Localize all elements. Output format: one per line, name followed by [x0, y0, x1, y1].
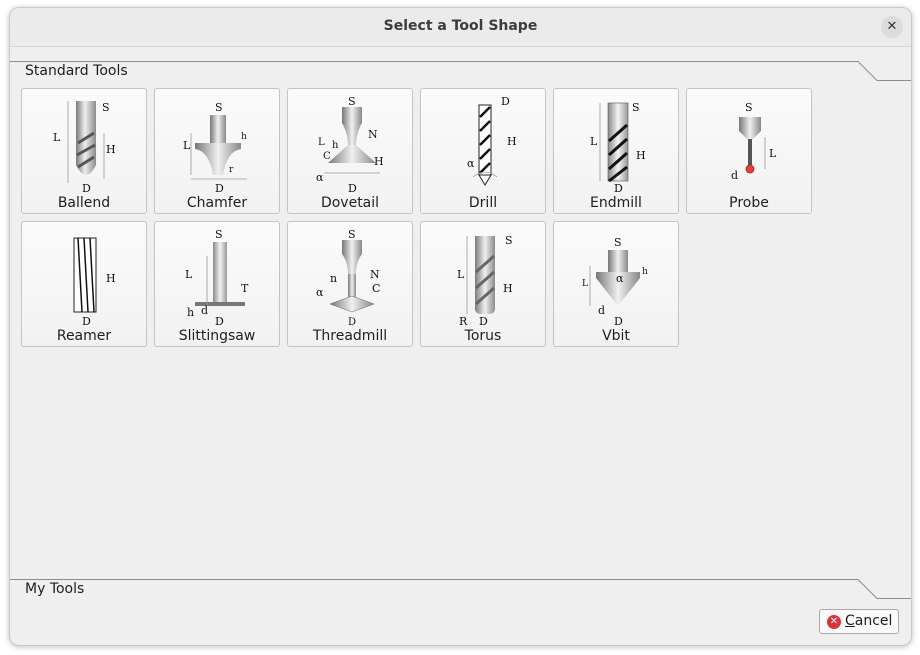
tool-drill[interactable]: D H α Drill — [420, 88, 546, 214]
dim-H: H — [374, 155, 384, 168]
tool-probe[interactable]: S L d Probe — [686, 88, 812, 214]
dim-T: T — [241, 282, 249, 295]
dim-alpha: α — [316, 286, 324, 299]
dim-D: D — [215, 182, 224, 193]
dim-alpha: α — [316, 171, 324, 184]
dim-d: d — [201, 304, 208, 317]
dim-H: H — [106, 143, 116, 156]
cancel-icon: ✕ — [827, 615, 841, 629]
tool-dovetail[interactable]: S N L h C H α D Dovetail — [287, 88, 413, 214]
vbit-icon: S L α h d D — [582, 236, 648, 326]
dim-h: h — [241, 132, 247, 142]
my-tools-header: My Tools — [10, 579, 911, 603]
tool-torus[interactable]: L S H R D Torus — [420, 221, 546, 347]
tool-slittingsaw[interactable]: S L T h d D Slittingsaw — [154, 221, 280, 347]
dim-S: S — [215, 228, 223, 241]
dim-D: D — [501, 95, 510, 108]
torus-icon: L S H R D — [457, 234, 513, 326]
standard-tools-header: Standard Tools — [10, 61, 911, 85]
dim-L: L — [590, 135, 598, 148]
close-button[interactable]: ✕ — [881, 16, 903, 38]
dim-D: D — [614, 182, 623, 193]
dim-S: S — [632, 101, 640, 114]
dim-S: S — [348, 95, 356, 108]
dim-S: S — [505, 234, 513, 247]
standard-tools-title: Standard Tools — [25, 63, 128, 79]
dim-D: D — [82, 315, 91, 326]
dim-S: S — [215, 101, 223, 114]
dim-d: d — [598, 304, 605, 317]
dim-L: L — [769, 147, 777, 160]
title-bar: Select a Tool Shape ✕ — [10, 8, 911, 47]
dim-D: D — [479, 315, 488, 326]
dim-H: H — [106, 272, 116, 285]
tool-label: Ballend — [57, 195, 111, 211]
dim-D: D — [82, 182, 91, 193]
endmill-icon: L S H D — [590, 101, 646, 193]
dim-L: L — [53, 131, 61, 144]
reamer-icon: H D — [73, 237, 116, 326]
tool-chamfer[interactable]: S L h r D Chamfer — [154, 88, 280, 214]
dim-S: S — [614, 236, 622, 249]
dim-n: n — [330, 272, 337, 285]
my-tools-title: My Tools — [25, 581, 85, 597]
dim-L: L — [582, 279, 588, 289]
dim-C: C — [372, 282, 380, 295]
dim-r: r — [229, 165, 234, 175]
tool-shape-dialog: Select a Tool Shape ✕ Standard Tools L S… — [9, 7, 912, 646]
tool-label: Torus — [464, 328, 502, 344]
cancel-label: Cancel — [845, 613, 893, 629]
tool-endmill[interactable]: L S H D Endmill — [553, 88, 679, 214]
dim-C: C — [323, 151, 331, 162]
section-divider — [10, 61, 911, 81]
tool-label: Dovetail — [320, 195, 380, 211]
dim-alpha: α — [616, 272, 624, 285]
dim-D: D — [348, 182, 357, 193]
dim-H: H — [636, 149, 646, 162]
dim-R: R — [459, 315, 468, 326]
dim-S: S — [102, 101, 110, 114]
tool-reamer[interactable]: H D Reamer — [21, 221, 147, 347]
drill-icon: D H α — [467, 95, 517, 186]
dim-H: H — [507, 135, 517, 148]
dim-D: D — [348, 317, 356, 326]
ballend-icon: L S H D — [53, 101, 116, 193]
dim-L: L — [185, 268, 193, 281]
tool-label: Vbit — [602, 328, 630, 344]
close-icon: ✕ — [886, 19, 898, 34]
slittingsaw-icon: S L T h d D — [185, 228, 249, 326]
tool-label: Reamer — [56, 328, 112, 344]
tool-label: Slittingsaw — [178, 328, 256, 344]
dim-S: S — [745, 101, 753, 114]
chamfer-icon: S L h r D — [183, 101, 247, 193]
dim-d: d — [731, 169, 738, 182]
dim-h: h — [332, 140, 339, 151]
dialog-title: Select a Tool Shape — [383, 18, 538, 34]
cancel-button[interactable]: ✕ Cancel — [819, 609, 899, 634]
tool-label: Threadmill — [312, 328, 388, 344]
dim-L: L — [457, 268, 465, 281]
dim-L: L — [183, 139, 191, 152]
threadmill-icon: S N n α C D — [316, 228, 380, 326]
dim-h: h — [642, 267, 648, 277]
dim-N: N — [368, 128, 378, 141]
dim-S: S — [348, 228, 356, 241]
tool-label: Drill — [468, 195, 498, 211]
tool-label: Probe — [729, 195, 769, 211]
tool-threadmill[interactable]: S N n α C D Threadmill — [287, 221, 413, 347]
dim-alpha: α — [467, 157, 475, 170]
dim-D: D — [614, 315, 623, 326]
section-divider — [10, 579, 911, 599]
tool-label: Chamfer — [186, 195, 248, 211]
dim-N: N — [370, 268, 380, 281]
dim-H: H — [503, 282, 513, 295]
dovetail-icon: S N L h C H α D — [316, 95, 384, 193]
dim-L: L — [318, 137, 325, 148]
tool-vbit[interactable]: S L α h d D Vbit — [553, 221, 679, 347]
probe-icon: S L d — [731, 101, 777, 182]
dim-h: h — [187, 306, 194, 319]
dim-D: D — [215, 315, 224, 326]
tool-ballend[interactable]: L S H D Ballend — [21, 88, 147, 214]
tool-label: Endmill — [590, 195, 642, 211]
